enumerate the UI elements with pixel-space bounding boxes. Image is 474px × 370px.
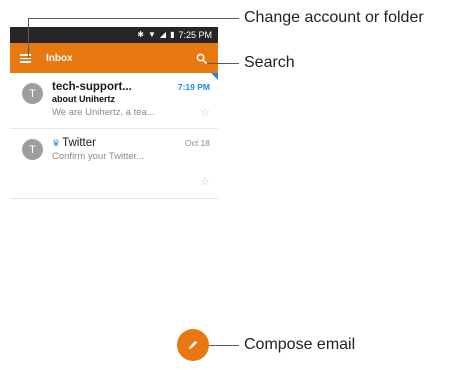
callout-menu-label: Change account or folder bbox=[244, 9, 424, 26]
email-content: tech-support... 7:19 PM about Unihertz W… bbox=[52, 81, 210, 128]
app-bar: Inbox bbox=[10, 43, 218, 73]
email-preview: We are Unihertz, a tea... bbox=[52, 107, 155, 118]
status-time: 7:25 PM bbox=[178, 30, 212, 40]
signal-icon: ◢ bbox=[159, 30, 167, 39]
status-bar: ✱ ▼ ◢ ▮ 7:25 PM bbox=[10, 27, 218, 43]
callout-compose-label: Compose email bbox=[244, 336, 356, 353]
email-sender-wrap: ♛ Twitter bbox=[52, 137, 96, 149]
callout-search-label: Search bbox=[244, 54, 295, 71]
wifi-icon: ▼ bbox=[147, 30, 156, 39]
email-subject: about Unihertz bbox=[52, 94, 115, 104]
callout-line-search bbox=[207, 63, 239, 64]
email-time: Oct 18 bbox=[184, 138, 210, 148]
compose-button[interactable] bbox=[177, 329, 209, 361]
bluetooth-icon: ✱ bbox=[137, 30, 144, 39]
email-time: 7:19 PM bbox=[177, 82, 210, 92]
star-icon[interactable]: ☆ bbox=[200, 175, 210, 188]
email-row[interactable]: T tech-support... 7:19 PM about Unihertz… bbox=[10, 73, 218, 129]
vip-crown-icon: ♛ bbox=[52, 138, 61, 148]
email-content: ♛ Twitter Oct 18 Confirm your Twitter... bbox=[52, 137, 210, 198]
callout-line-compose bbox=[209, 345, 239, 346]
star-icon[interactable]: ☆ bbox=[200, 106, 210, 119]
unread-marker bbox=[211, 73, 218, 80]
pencil-icon bbox=[189, 340, 198, 349]
callout-line-menu-vertical bbox=[28, 18, 29, 58]
email-sender: Twitter bbox=[62, 137, 96, 149]
avatar: T bbox=[22, 139, 43, 160]
battery-icon: ▮ bbox=[170, 30, 175, 39]
email-row[interactable]: T ♛ Twitter Oct 18 Confirm your Twitter..… bbox=[10, 129, 218, 199]
app-title: Inbox bbox=[46, 52, 73, 64]
search-icon bbox=[196, 53, 207, 64]
email-list: T tech-support... 7:19 PM about Unihertz… bbox=[10, 73, 218, 199]
email-sender: tech-support... bbox=[52, 81, 132, 93]
email-preview: Confirm your Twitter... bbox=[52, 151, 145, 162]
callout-line-menu-horizontal bbox=[28, 18, 239, 19]
menu-button[interactable] bbox=[10, 43, 40, 73]
avatar: T bbox=[22, 83, 43, 104]
search-button[interactable] bbox=[188, 43, 214, 73]
phone-screen: ✱ ▼ ◢ ▮ 7:25 PM Inbox T tech-support... bbox=[10, 27, 218, 242]
